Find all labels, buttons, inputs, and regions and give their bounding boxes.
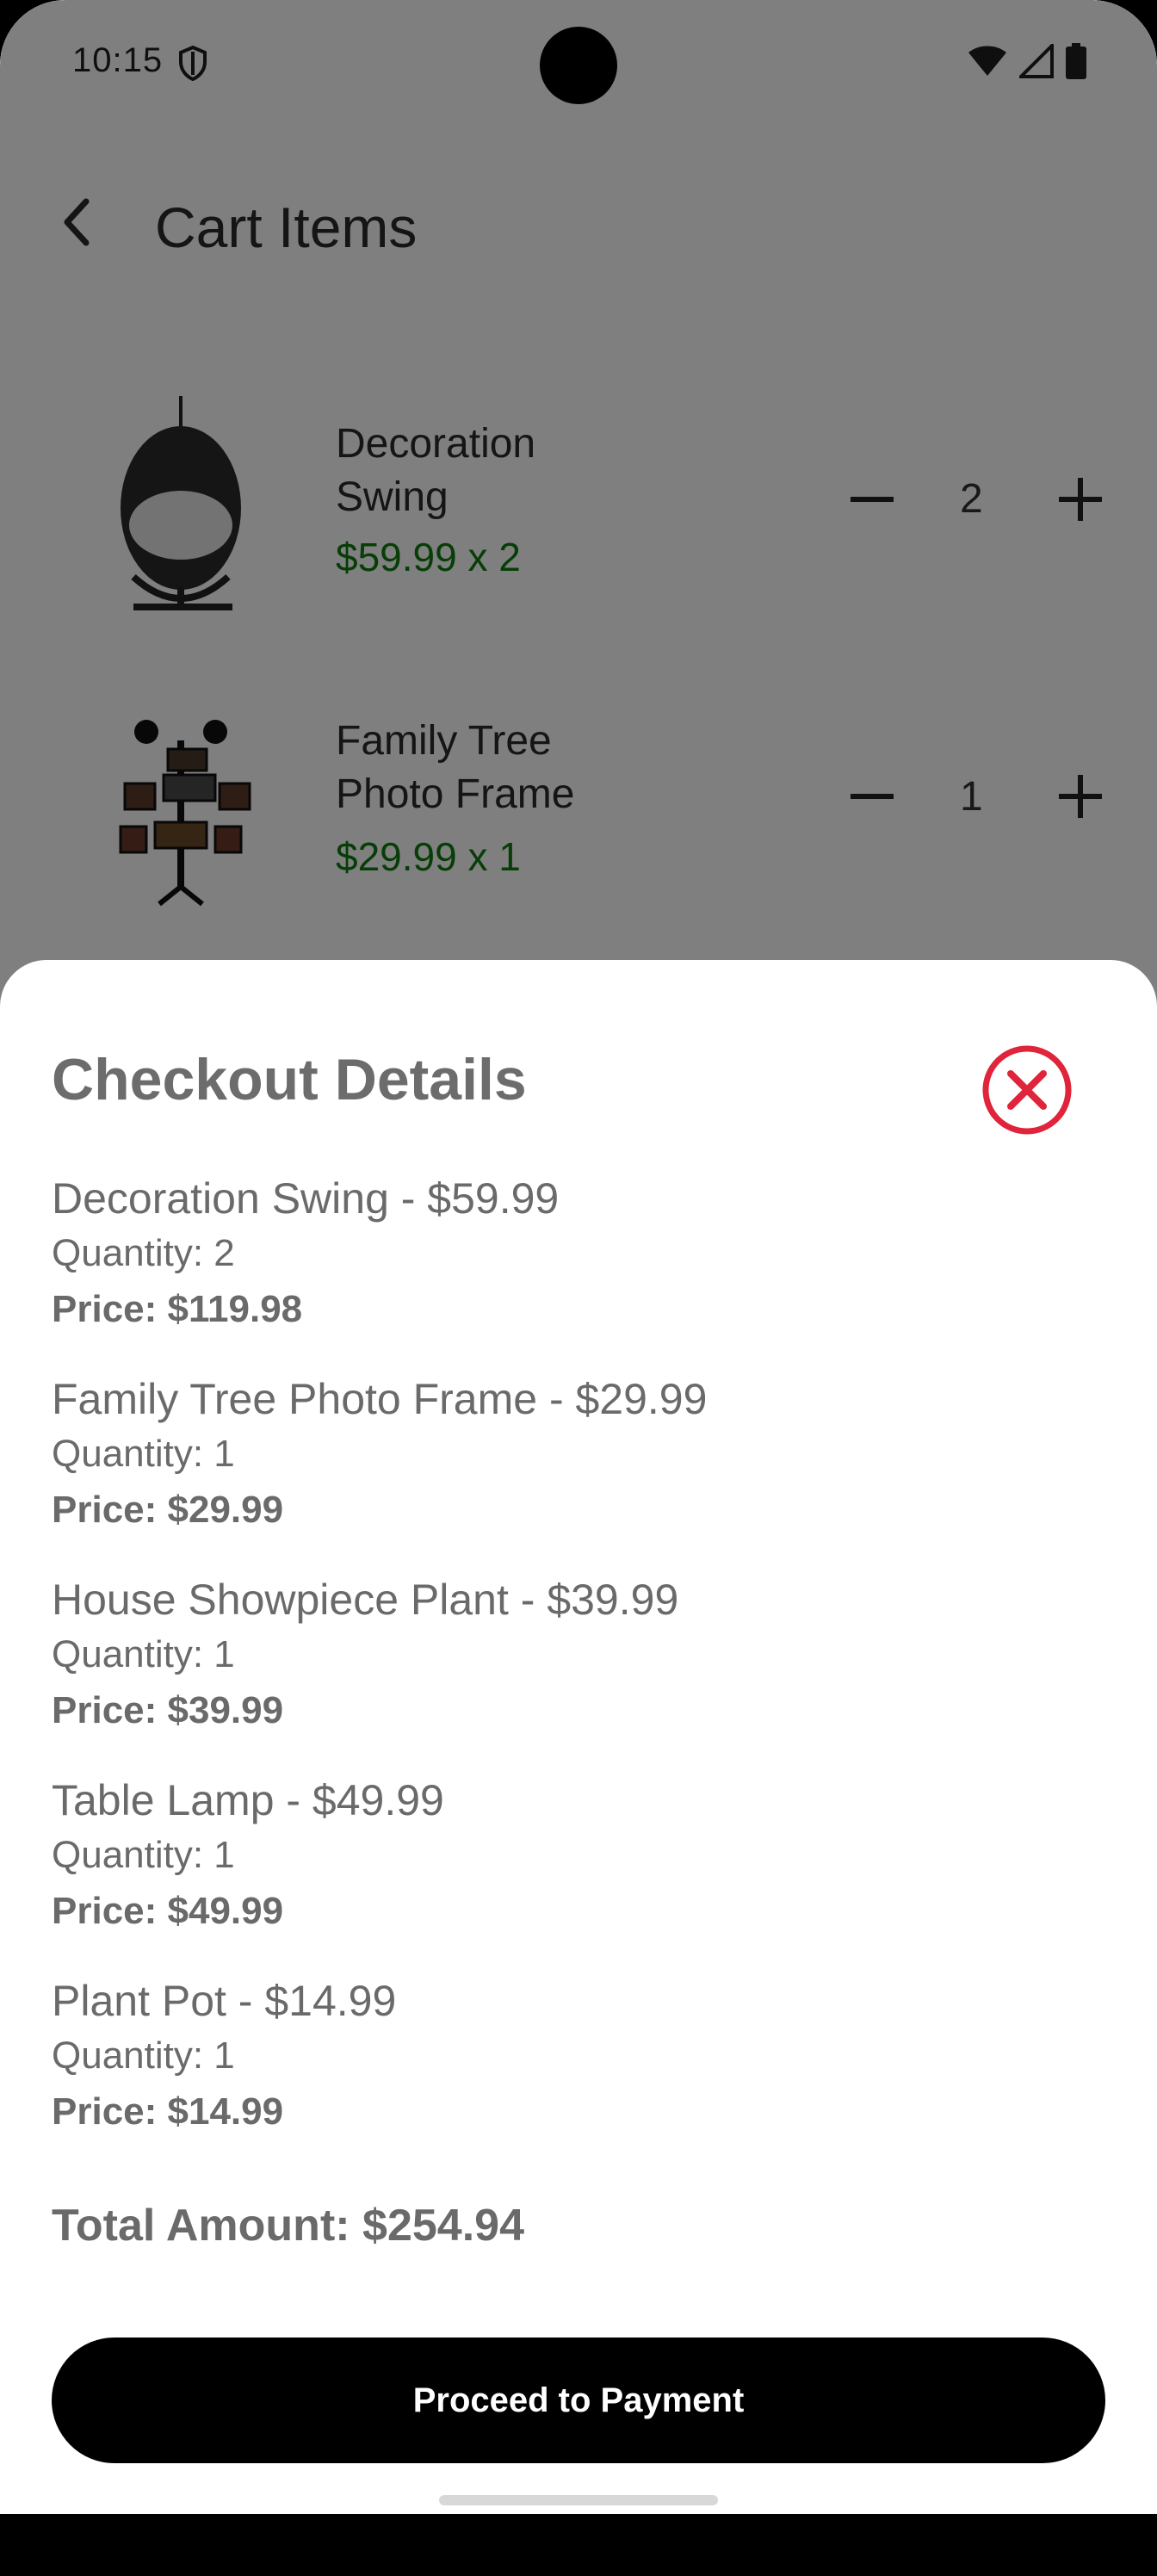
checkout-item-quantity: Quantity: 2: [52, 1232, 235, 1274]
checkout-item-price: Price: $29.99: [52, 1489, 284, 1531]
checkout-item-title: Family Tree Photo Frame - $29.99: [52, 1375, 708, 1423]
navigation-bar: [0, 2514, 1157, 2576]
screen: 10:15 Cart Items Decoration Swing: [0, 0, 1157, 2514]
checkout-item-title: Table Lamp - $49.99: [52, 1776, 444, 1824]
checkout-item-title: House Showpiece Plant - $39.99: [52, 1576, 679, 1624]
checkout-item: Plant Pot - $14.99 Quantity: 1 Price: $1…: [52, 1973, 396, 2140]
total-amount: Total Amount: $254.94: [52, 2201, 524, 2251]
checkout-item: Decoration Swing - $59.99 Quantity: 2 Pr…: [52, 1171, 559, 1338]
checkout-item: Family Tree Photo Frame - $29.99 Quantit…: [52, 1372, 707, 1539]
checkout-title: Checkout Details: [52, 1047, 527, 1112]
gesture-handle[interactable]: [439, 2495, 718, 2505]
checkout-item-price: Price: $14.99: [52, 2090, 284, 2133]
checkout-item-quantity: Quantity: 1: [52, 1633, 235, 1675]
checkout-sheet: Checkout Details Decoration Swing - $59.…: [0, 960, 1157, 2514]
checkout-item-price: Price: $49.99: [52, 1890, 284, 1932]
checkout-item-title: Decoration Swing - $59.99: [52, 1174, 560, 1223]
checkout-item: Table Lamp - $49.99 Quantity: 1 Price: $…: [52, 1773, 444, 1940]
checkout-item-quantity: Quantity: 1: [52, 1433, 235, 1475]
checkout-item-price: Price: $39.99: [52, 1689, 284, 1731]
close-circle-icon[interactable]: [981, 1044, 1073, 1136]
checkout-item-price: Price: $119.98: [52, 1288, 303, 1330]
checkout-item-quantity: Quantity: 1: [52, 1834, 235, 1876]
checkout-item-quantity: Quantity: 1: [52, 2034, 235, 2077]
checkout-item-title: Plant Pot - $14.99: [52, 1977, 397, 2025]
proceed-to-payment-button[interactable]: Proceed to Payment: [52, 2338, 1105, 2463]
checkout-item: House Showpiece Plant - $39.99 Quantity:…: [52, 1572, 678, 1739]
